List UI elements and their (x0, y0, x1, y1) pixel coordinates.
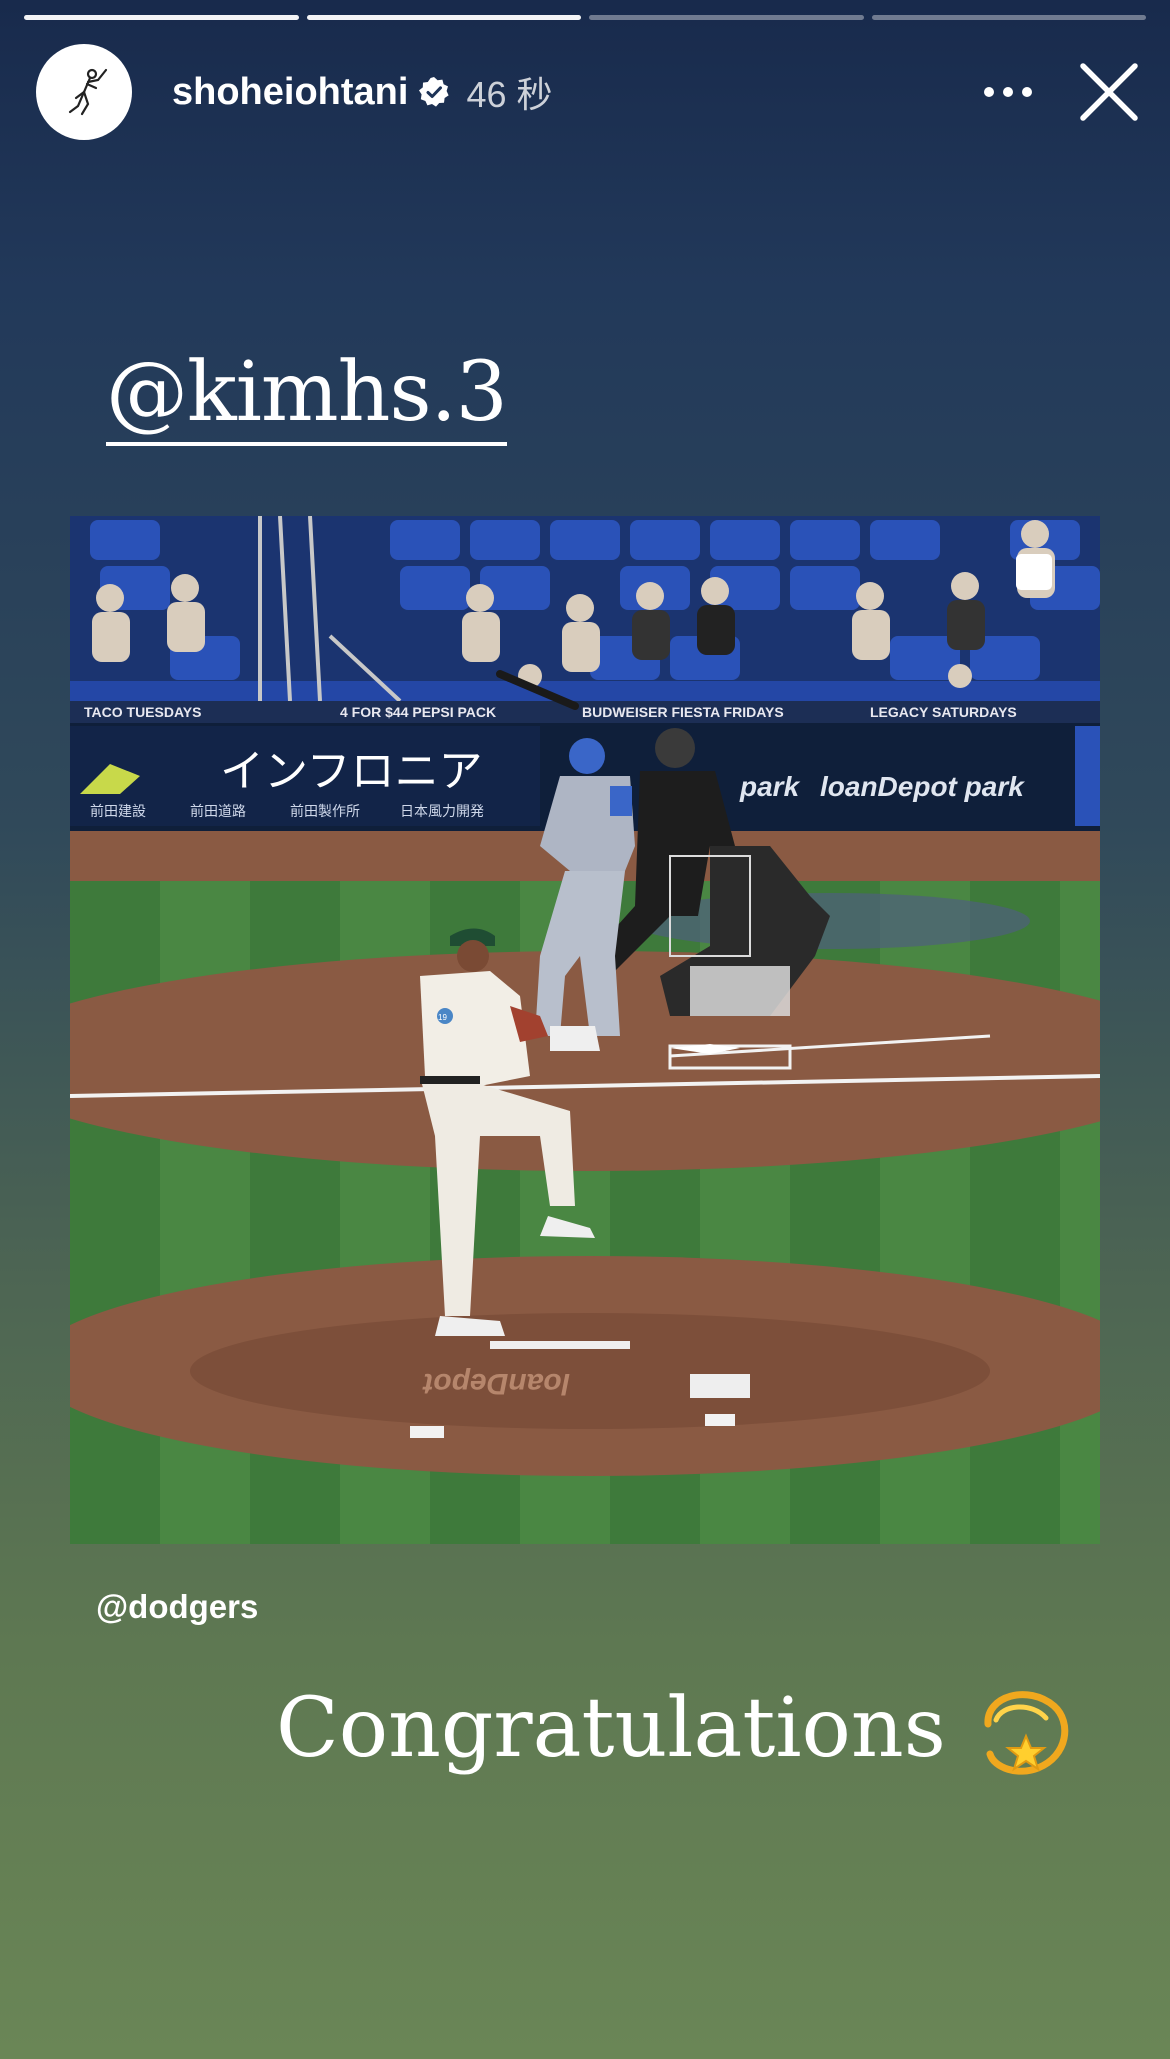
multi-post-indicator-icon (1016, 554, 1052, 590)
mention-sticker[interactable]: @kimhs.3 (106, 352, 508, 446)
pitcher-number: 19 (438, 1013, 447, 1022)
banner-taco: TACO TUESDAYS (84, 704, 201, 720)
sign-sub-1: 前田建設 (90, 803, 146, 820)
banner-fiesta: BUDWEISER FIESTA FRIDAYS (582, 704, 784, 720)
progress-segment (24, 15, 299, 20)
dizzy-star-emoji-icon (984, 1691, 1069, 1775)
avatar[interactable] (36, 44, 132, 140)
post-credit[interactable]: @dodgers (96, 1588, 258, 1626)
verified-badge-icon (419, 77, 450, 107)
sign-sub-2: 前田道路 (190, 803, 246, 820)
banner-pepsi: 4 FOR $44 PEPSI PACK (340, 704, 496, 720)
username[interactable]: shoheiohtani (172, 71, 408, 114)
caption-text: Congratulations (276, 1680, 946, 1776)
mound-logo: loanDepot (421, 1367, 570, 1400)
story-progress (24, 15, 1146, 20)
more-horizontal-icon (984, 87, 1032, 97)
post-time: 46 秒 (466, 74, 553, 115)
sign-japanese: インフロニア (220, 746, 483, 797)
baseball-game-image: TACO TUESDAYS 4 FOR $44 PEPSI PACK BUDWE… (70, 516, 1100, 1544)
close-button[interactable] (1078, 61, 1140, 123)
batter-sketch-icon (68, 68, 108, 116)
sign-sub-4: 日本風力開発 (400, 804, 484, 820)
sign-sub-3: 前田製作所 (290, 803, 360, 820)
close-icon (1080, 63, 1138, 121)
more-options-button[interactable] (978, 62, 1038, 122)
progress-segment (871, 15, 1146, 20)
progress-segment (306, 15, 581, 20)
progress-segment (589, 15, 864, 20)
banner-legacy: LEGACY SATURDAYS (870, 704, 1017, 720)
story-caption: Congratulations (276, 1676, 1072, 1780)
sign-loandepot: loanDepot park (820, 771, 1025, 802)
sign-park-partial: park (739, 771, 801, 802)
story-header: shoheiohtani 46 秒 (36, 44, 1140, 140)
shared-post-media[interactable]: TACO TUESDAYS 4 FOR $44 PEPSI PACK BUDWE… (70, 516, 1100, 1544)
